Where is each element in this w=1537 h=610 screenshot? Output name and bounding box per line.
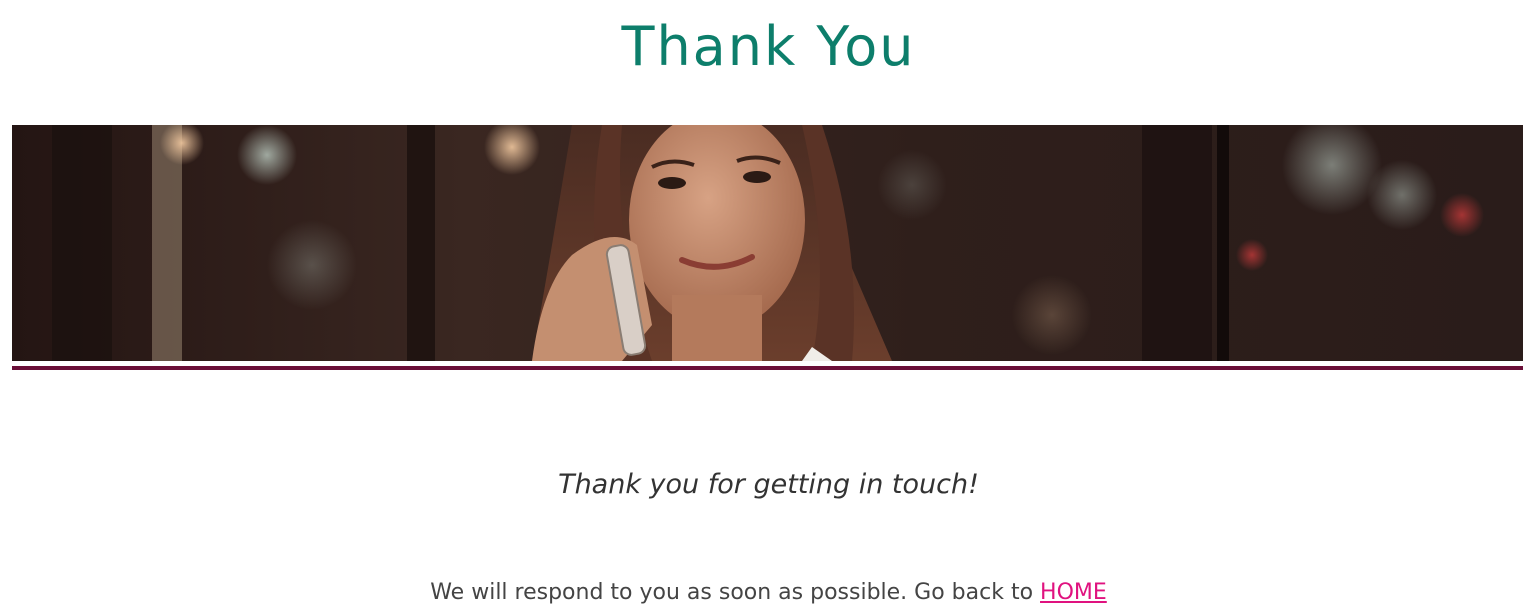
page-title: Thank You <box>621 15 916 78</box>
response-message: We will respond to you as soon as possib… <box>0 576 1537 610</box>
thank-you-tagline: Thank you for getting in touch! <box>558 469 979 500</box>
response-message-text: We will respond to you as soon as possib… <box>430 580 1034 605</box>
hero-divider <box>12 366 1523 370</box>
home-link[interactable]: HOME <box>1040 580 1107 605</box>
hero-image <box>12 125 1523 361</box>
